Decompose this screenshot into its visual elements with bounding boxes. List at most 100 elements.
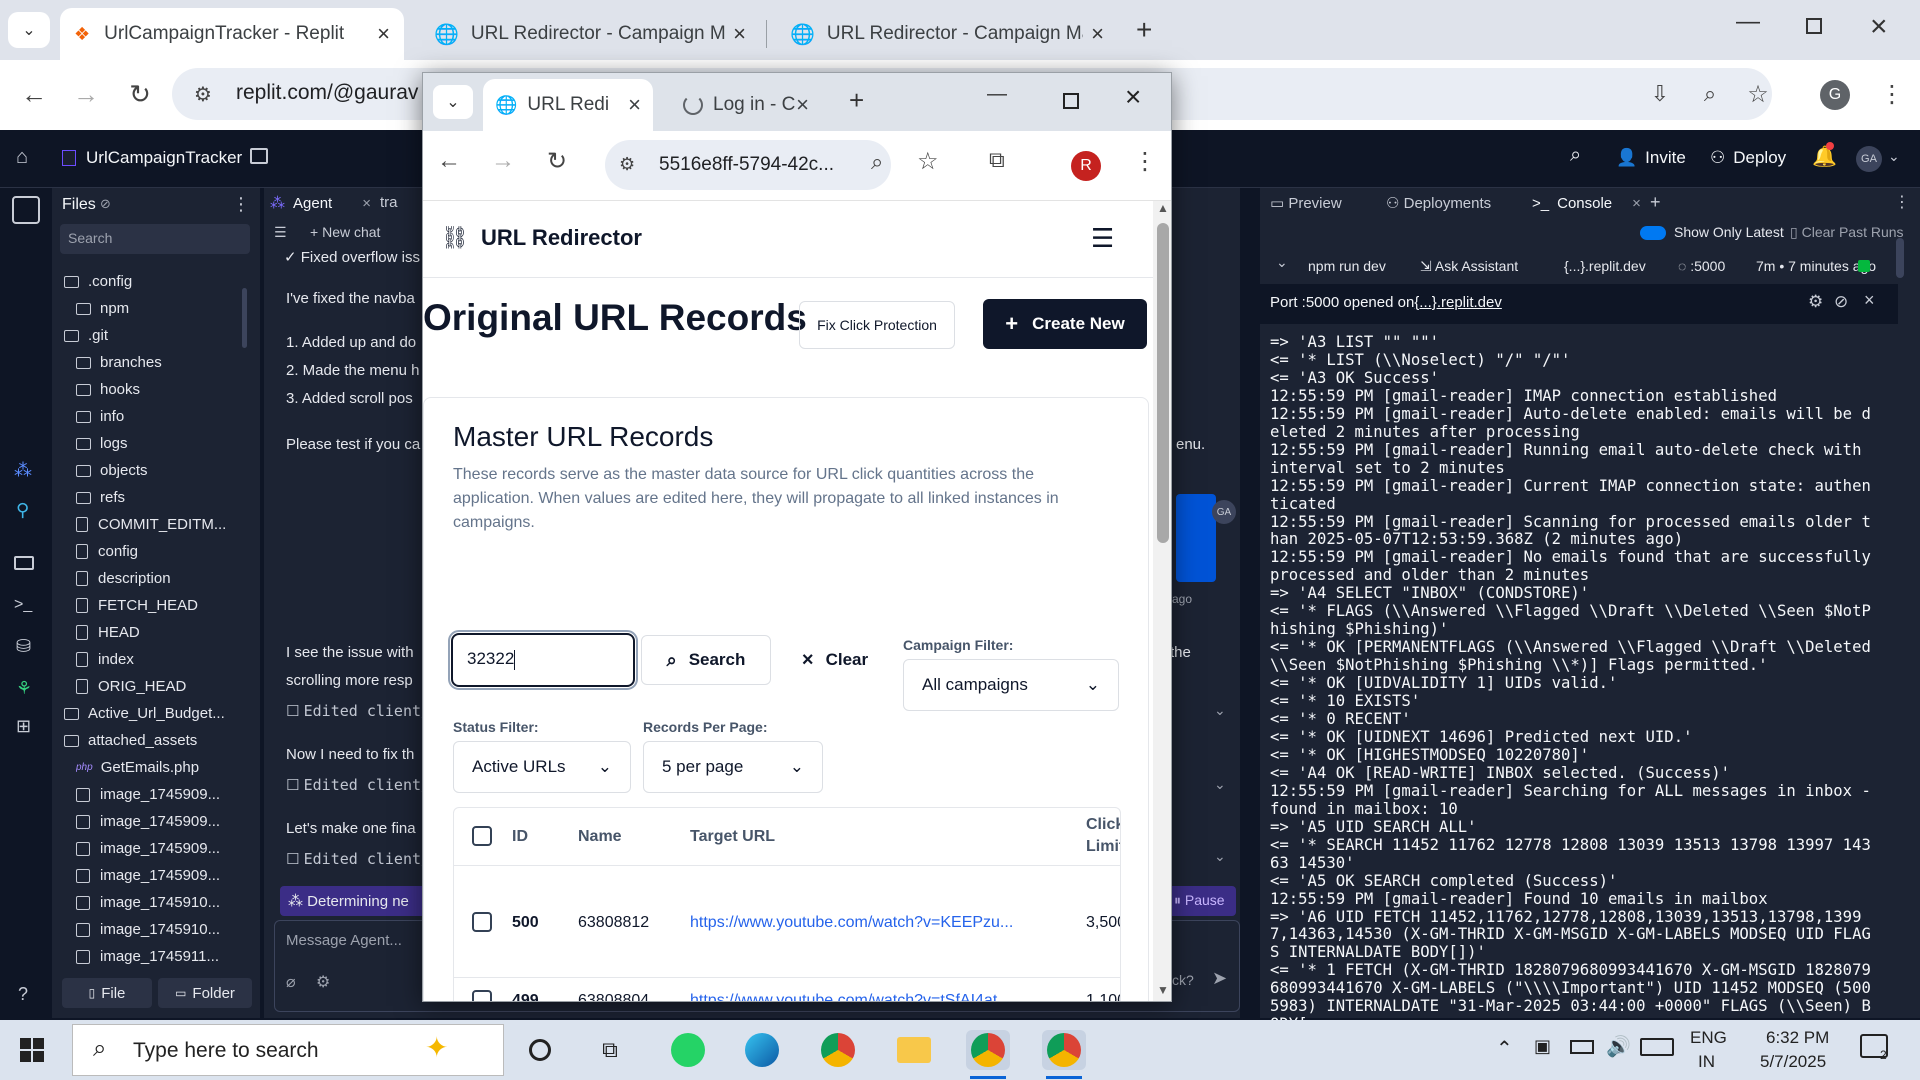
forward-icon[interactable]: → bbox=[491, 147, 515, 175]
search-icon[interactable]: ⌕ bbox=[1570, 144, 1581, 167]
clock-date[interactable]: 5/7/2025 bbox=[1760, 1052, 1826, 1072]
user-avatar[interactable]: GA bbox=[1856, 146, 1882, 172]
region-label[interactable]: IN bbox=[1698, 1052, 1715, 1072]
select-all-checkbox[interactable] bbox=[472, 826, 492, 846]
edge-icon[interactable] bbox=[740, 1030, 784, 1070]
create-new-button[interactable]: + Create New bbox=[983, 299, 1147, 349]
file-tree-item[interactable]: branches bbox=[76, 349, 256, 376]
chrome-profile-r-icon[interactable] bbox=[1042, 1030, 1086, 1070]
maximize-window-icon[interactable] bbox=[1063, 93, 1079, 109]
shell-tool-icon[interactable]: >_ bbox=[14, 596, 32, 614]
restore-window-icon[interactable] bbox=[1806, 18, 1822, 34]
help-icon[interactable]: ? bbox=[18, 984, 28, 1005]
minimize-window-icon[interactable]: — bbox=[1736, 8, 1760, 36]
files-menu-icon[interactable]: ⋮ bbox=[232, 194, 250, 215]
new-chat-button[interactable]: + New chat bbox=[310, 224, 380, 240]
tab-agent[interactable]: ⁂ Agent × bbox=[270, 188, 371, 218]
popup-address-bar[interactable]: ⚙ 5516e8ff-5794-42c... bbox=[605, 140, 891, 190]
panel-menu-icon[interactable]: ⋮ bbox=[1894, 192, 1910, 212]
browser-menu-icon[interactable]: ⋮ bbox=[1133, 147, 1157, 176]
browser-tab-url-redirector-2[interactable]: 🌐 URL Redirector - Campaign Ma × bbox=[776, 8, 1118, 60]
file-tree-item[interactable]: image_1745909... bbox=[76, 781, 256, 808]
chrome-profile-g-icon[interactable] bbox=[966, 1030, 1010, 1070]
close-icon[interactable]: × bbox=[1864, 290, 1875, 311]
database-icon[interactable]: ⛁ bbox=[16, 636, 31, 657]
forward-icon[interactable]: → bbox=[66, 74, 106, 114]
invite-button[interactable]: 👤 Invite bbox=[1616, 140, 1686, 176]
meet-icon[interactable]: ▣ bbox=[1534, 1036, 1551, 1057]
file-tree-item[interactable]: image_1745909... bbox=[76, 808, 256, 835]
show-latest-toggle[interactable] bbox=[1640, 226, 1666, 240]
file-tree-item[interactable]: Active_Url_Budget... bbox=[64, 700, 244, 727]
search-button[interactable]: ⌕ Search bbox=[641, 635, 771, 685]
file-tree-item[interactable]: .config bbox=[64, 268, 244, 295]
settings-icon[interactable]: ⚙ bbox=[316, 972, 330, 992]
zoom-icon[interactable]: ⌕ bbox=[1690, 74, 1730, 114]
clear-past-runs-button[interactable]: ▯ Clear Past Runs bbox=[1790, 224, 1904, 241]
ask-assistant-button[interactable]: ⇲ Ask Assistant bbox=[1420, 258, 1518, 275]
tab-search-button[interactable]: ⌄ bbox=[433, 85, 473, 119]
profile-avatar[interactable]: G bbox=[1820, 80, 1850, 110]
keyboard-icon[interactable] bbox=[1640, 1038, 1674, 1056]
extensions-icon[interactable]: ⧉ bbox=[989, 147, 1005, 173]
new-tab-button[interactable]: + bbox=[849, 85, 864, 116]
edited-file-row[interactable]: ☐ Edited client/ bbox=[286, 850, 430, 868]
file-tree-item[interactable]: image_1745909... bbox=[76, 862, 256, 889]
browser-tab-url-redirector-1[interactable]: 🌐 URL Redirector - Campaign Ma × bbox=[420, 8, 760, 60]
hide-icon[interactable]: ⊘ bbox=[1834, 292, 1848, 312]
file-tree-item[interactable]: objects bbox=[76, 457, 256, 484]
gear-icon[interactable]: ⚙ bbox=[1808, 292, 1823, 312]
close-window-icon[interactable]: × bbox=[1870, 10, 1888, 44]
file-tree-item[interactable]: description bbox=[76, 565, 256, 592]
clock-time[interactable]: 6:32 PM bbox=[1766, 1028, 1829, 1048]
bookmark-star-icon[interactable]: ☆ bbox=[1738, 74, 1778, 114]
column-header-id[interactable]: ID bbox=[512, 828, 528, 846]
new-tab-button[interactable]: + bbox=[1136, 14, 1152, 46]
file-tree-item[interactable]: COMMIT_EDITM... bbox=[76, 511, 256, 538]
popup-tab-login[interactable]: Log in - C × bbox=[671, 79, 821, 131]
close-tab-icon[interactable]: × bbox=[733, 21, 746, 47]
back-icon[interactable]: ← bbox=[14, 74, 54, 114]
browser-tab-replit[interactable]: ❖ UrlCampaignTracker - Replit × bbox=[60, 8, 404, 60]
new-folder-button[interactable]: ▭ Folder bbox=[158, 978, 252, 1008]
site-info-icon[interactable]: ⚙ bbox=[194, 82, 212, 107]
fix-click-protection-button[interactable]: Fix Click Protection bbox=[799, 301, 955, 349]
task-view-icon[interactable]: ⧉ bbox=[588, 1030, 632, 1070]
row-checkbox[interactable] bbox=[472, 912, 492, 932]
pause-button[interactable]: ⏸ Pause bbox=[1174, 892, 1225, 909]
popup-tab-url-redirector[interactable]: 🌐 URL Redi × bbox=[483, 79, 653, 131]
file-tree-item[interactable]: HEAD bbox=[76, 619, 256, 646]
layout-icon[interactable] bbox=[250, 148, 268, 164]
column-header-target-url[interactable]: Target URL bbox=[690, 828, 775, 846]
home-icon[interactable]: ⌂ bbox=[16, 146, 28, 169]
hamburger-menu-icon[interactable]: ☰ bbox=[1091, 223, 1114, 254]
column-header-limit[interactable]: Limit bbox=[1086, 838, 1120, 856]
scroll-down-icon[interactable]: ▼ bbox=[1157, 983, 1169, 997]
brand-title[interactable]: URL Redirector bbox=[481, 225, 642, 251]
reload-icon[interactable]: ↻ bbox=[547, 147, 567, 176]
tab-deployments[interactable]: ⚇ Deployments bbox=[1386, 194, 1491, 212]
agent-tool-icon[interactable]: ⁂ bbox=[14, 460, 32, 481]
close-tab-icon[interactable]: × bbox=[1091, 21, 1104, 47]
send-icon[interactable]: ➤ bbox=[1212, 968, 1227, 989]
cortana-icon[interactable] bbox=[518, 1030, 562, 1070]
secrets-icon[interactable]: ⚘ bbox=[16, 678, 32, 699]
taskbar-search-input[interactable]: ⌕ Type here to search ✦ bbox=[72, 1024, 504, 1076]
file-tree-item[interactable]: hooks bbox=[76, 376, 256, 403]
chrome-icon[interactable] bbox=[816, 1030, 860, 1070]
add-tab-icon[interactable]: + bbox=[1650, 192, 1661, 213]
site-info-icon[interactable]: ⚙ bbox=[619, 154, 635, 175]
file-tree-item[interactable]: image_1745911... bbox=[76, 943, 256, 970]
chevron-down-icon[interactable]: ⌄ bbox=[1214, 848, 1226, 865]
language-label[interactable]: ENG bbox=[1690, 1028, 1727, 1048]
file-tree-item[interactable]: image_1745910... bbox=[76, 916, 256, 943]
popup-profile-avatar[interactable]: R bbox=[1071, 151, 1101, 181]
tab-search-button[interactable]: ⌄ bbox=[8, 12, 50, 48]
attach-icon[interactable]: ⌀ bbox=[286, 972, 296, 992]
install-app-icon[interactable]: ⇩ bbox=[1640, 74, 1680, 114]
tab-second[interactable]: tra bbox=[380, 194, 398, 211]
back-icon[interactable]: ← bbox=[437, 147, 461, 175]
records-per-page-select[interactable]: 5 per page ⌄ bbox=[643, 741, 823, 793]
all-tools-icon[interactable]: ⊞ bbox=[16, 716, 31, 737]
console-scrollbar[interactable] bbox=[1896, 238, 1904, 278]
